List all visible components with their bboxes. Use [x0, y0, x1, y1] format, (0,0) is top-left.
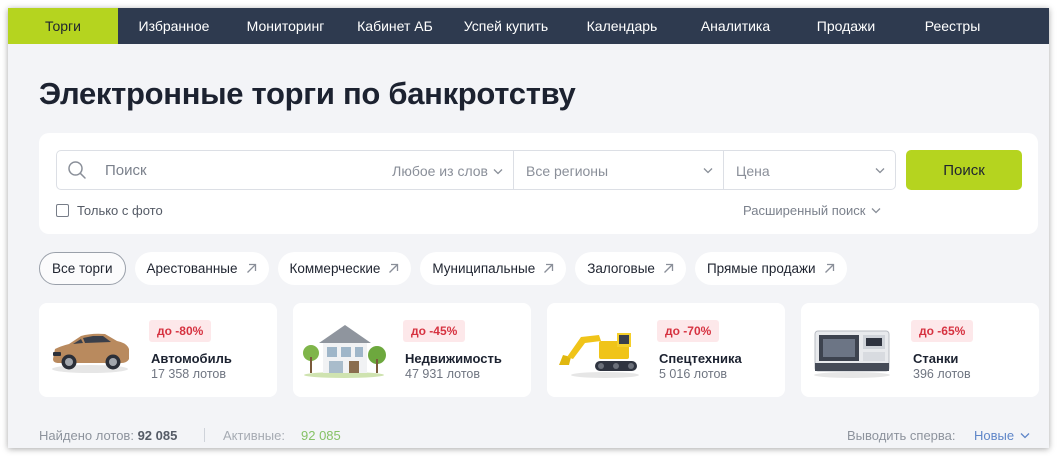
sort-value: Новые — [974, 428, 1015, 443]
external-arrow-icon — [246, 263, 256, 273]
photo-only-checkbox[interactable]: Только с фото — [56, 203, 163, 218]
nav-item-favorites[interactable]: Избранное — [118, 8, 230, 44]
house-icon — [303, 325, 386, 378]
nav-item-analytics[interactable]: Аналитика — [681, 8, 790, 44]
nav-item-calendar[interactable]: Календарь — [563, 8, 681, 44]
category-card-machine-tools[interactable]: до -65% Станки 396 лотов — [801, 303, 1039, 397]
machine-tool-icon — [814, 330, 890, 378]
chip-label: Арестованные — [146, 261, 238, 276]
advanced-search-link[interactable]: Расширенный поиск — [743, 203, 881, 218]
chevron-down-icon — [703, 168, 713, 174]
nav-item-sales[interactable]: Продажи — [790, 8, 902, 44]
words-mode-select[interactable]: Любое из слов — [392, 163, 503, 179]
page-title: Электронные торги по банкротству — [39, 76, 576, 111]
excavator-icon — [559, 333, 639, 378]
active-value[interactable]: 92 085 — [301, 428, 341, 443]
discount-badge: до -65% — [911, 320, 974, 342]
discount-badge: до -45% — [403, 320, 466, 342]
chip-municipal[interactable]: Муниципальные — [420, 252, 567, 285]
search-button[interactable]: Поиск — [906, 150, 1022, 190]
nav-item-monitoring[interactable]: Мониторинг — [230, 8, 341, 44]
price-label: Цена — [736, 163, 770, 179]
search-input[interactable]: Поиск Любое из слов — [57, 151, 513, 189]
region-select[interactable]: Все регионы — [513, 151, 723, 189]
nav-item-registries[interactable]: Реестры — [902, 8, 1003, 44]
category-name: Автомобиль — [151, 351, 232, 366]
discount-badge: до -80% — [149, 320, 212, 342]
found-value: 92 085 — [137, 428, 178, 443]
external-arrow-icon — [544, 263, 554, 273]
sort-select[interactable]: Новые — [974, 428, 1030, 443]
divider — [204, 428, 205, 442]
lot-count: 17 358 лотов — [151, 367, 226, 381]
active-label: Активные: — [223, 428, 285, 443]
category-card-machinery[interactable]: до -70% Спецтехника 5 016 лотов — [547, 303, 785, 397]
words-mode-label: Любое из слов — [392, 163, 488, 179]
nav-item-hurry[interactable]: Успей купить — [449, 8, 563, 44]
chevron-down-icon — [871, 208, 881, 214]
search-card: Поиск Любое из слов Все регионы Цена Пои… — [39, 133, 1038, 234]
chip-direct-sales[interactable]: Прямые продажи — [694, 252, 847, 285]
chevron-down-icon — [875, 168, 885, 174]
found-count: Найдено лотов: 92 085 — [39, 428, 177, 443]
lot-count: 47 931 лотов — [405, 367, 480, 381]
chip-label: Муниципальные — [432, 261, 536, 276]
chip-arrested[interactable]: Арестованные — [134, 252, 269, 285]
sort-label: Выводить сперва: — [847, 428, 956, 443]
external-arrow-icon — [389, 263, 399, 273]
region-label: Все регионы — [526, 163, 609, 179]
category-card-cars[interactable]: до -80% Автомобиль 17 358 лотов — [39, 303, 277, 397]
category-name: Недвижимость — [405, 351, 502, 366]
chip-label: Коммерческие — [289, 261, 381, 276]
nav-item-trades[interactable]: Торги — [8, 8, 118, 44]
chip-commercial[interactable]: Коммерческие — [277, 252, 412, 285]
lot-count: 5 016 лотов — [659, 367, 728, 381]
nav-item-cabinet[interactable]: Кабинет АБ — [341, 8, 449, 44]
category-card-real-estate[interactable]: до -45% Недвижимость 47 931 лотов — [293, 303, 531, 397]
lot-count: 396 лотов — [913, 367, 971, 381]
checkbox-box[interactable] — [56, 204, 69, 217]
chip-all-trades[interactable]: Все торги — [39, 252, 126, 285]
chevron-down-icon — [493, 168, 503, 174]
chip-label: Прямые продажи — [706, 261, 816, 276]
advanced-search-label: Расширенный поиск — [743, 203, 866, 218]
external-arrow-icon — [663, 263, 674, 273]
external-arrow-icon — [824, 263, 834, 273]
chip-label: Залоговые — [587, 261, 655, 276]
page-frame: Торги Избранное Мониторинг Кабинет АБ Ус… — [8, 8, 1049, 448]
category-name: Спецтехника — [659, 351, 742, 366]
search-bar: Поиск Любое из слов Все регионы Цена — [56, 150, 896, 190]
chip-pledge[interactable]: Залоговые — [575, 252, 686, 285]
discount-badge: до -70% — [657, 320, 720, 342]
found-label: Найдено лотов: — [39, 428, 134, 443]
photo-only-label: Только с фото — [77, 203, 163, 218]
category-name: Станки — [913, 351, 959, 366]
chevron-down-icon — [1020, 433, 1030, 439]
search-icon — [68, 161, 86, 179]
price-select[interactable]: Цена — [723, 151, 895, 189]
search-placeholder: Поиск — [105, 162, 147, 179]
chip-label: Все торги — [52, 261, 113, 276]
main-nav: Торги Избранное Мониторинг Кабинет АБ Ус… — [8, 8, 1049, 44]
car-icon — [52, 333, 129, 373]
trade-type-filters: Все торги Арестованные Коммерческие Муни… — [39, 252, 847, 285]
